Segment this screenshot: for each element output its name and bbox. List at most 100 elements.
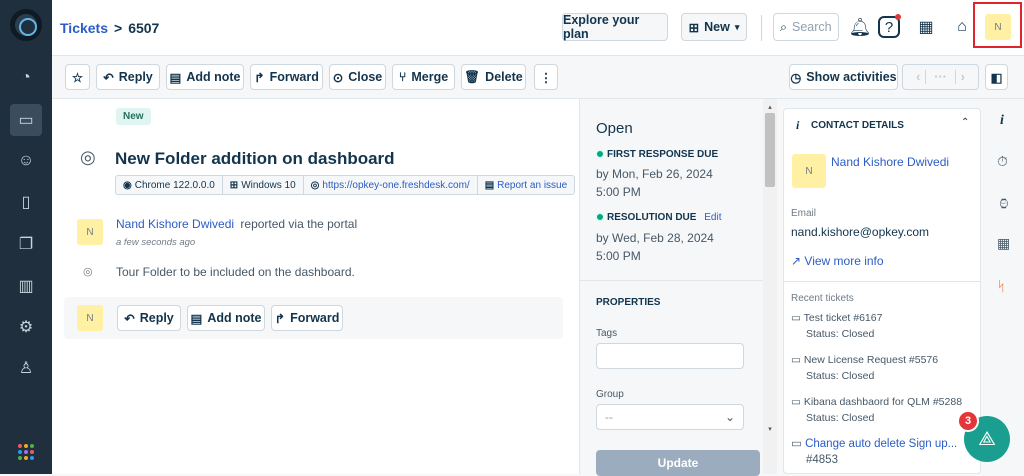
reply-box-add-note-button[interactable]: ▤ Add note xyxy=(187,305,265,331)
resolution-value: by Wed, Feb 28, 2024 5:00 PM xyxy=(596,231,714,263)
recent-ticket-item[interactable]: ▭ Test ticket #6167 Status: Closed xyxy=(791,310,882,342)
timer-icon[interactable]: ⏱︎ xyxy=(997,153,1008,170)
ticket-small-icon: ▭ xyxy=(791,438,802,450)
apps-grid-icon[interactable] xyxy=(18,444,34,460)
resolution-text: RESOLUTION DUE xyxy=(607,212,697,223)
globe-icon: ◎ xyxy=(80,147,96,167)
recent-ticket-item[interactable]: ▭ Change auto delete Sign up... #4853 xyxy=(791,436,957,468)
contact-name[interactable]: Nand Kishore Dwivedi xyxy=(831,155,949,169)
close-label: Close xyxy=(348,70,383,84)
view-more-label: View more info xyxy=(804,254,884,268)
windows-icon: ⊞ xyxy=(229,179,239,191)
calendar-widget-icon[interactable]: ▦ xyxy=(913,14,939,40)
group-select[interactable]: -- ⌄ xyxy=(596,404,744,430)
knowledge-base-icon[interactable]: ▯ xyxy=(10,186,42,218)
admin-settings-icon[interactable]: ⚙ xyxy=(10,311,42,343)
reports-icon[interactable]: ▥ xyxy=(10,270,42,302)
recent-ticket-title: New License Request #5576 xyxy=(803,354,939,366)
forums-icon[interactable]: ❐ xyxy=(10,228,42,260)
fab-notification-badge: 3 xyxy=(957,410,979,432)
url-label[interactable]: https://opkey-one.freshdesk.com/ xyxy=(322,180,469,191)
new-label: New xyxy=(704,20,730,34)
properties-panel: Open FIRST RESPONSE DUE by Mon, Feb 26, … xyxy=(579,99,764,476)
prev-ticket-icon[interactable]: ‹ xyxy=(916,70,920,84)
stopwatch-icon[interactable]: ⌚︎ xyxy=(997,193,1011,214)
recent-ticket-id: #4853 xyxy=(806,454,838,466)
star-button[interactable]: ☆ xyxy=(65,64,90,90)
report-icon: ▤ xyxy=(484,179,495,191)
url-info[interactable]: ◎ https://opkey-one.freshdesk.com/ xyxy=(304,176,478,194)
show-activities-button[interactable]: ◷ Show activities xyxy=(789,64,898,90)
team-icon[interactable]: ♙ xyxy=(10,352,42,384)
integration-icon[interactable]: ᛋ xyxy=(997,278,1005,294)
contact-avatar: N xyxy=(792,154,826,188)
pager-ellipsis-icon[interactable]: ··· xyxy=(925,70,956,84)
trash-icon: 🗑︎ xyxy=(464,69,481,84)
merge-icon: ⑂ xyxy=(398,70,407,84)
star-icon: ☆ xyxy=(71,70,84,85)
requester-initial: N xyxy=(86,226,94,238)
new-dropdown-button[interactable]: ⊞ New ▾ xyxy=(681,13,747,41)
report-issue-link[interactable]: ▤ Report an issue xyxy=(478,176,575,194)
dashboard-icon[interactable]: ◔ xyxy=(10,62,42,94)
recent-ticket-status: Status: Closed xyxy=(806,328,875,340)
ticket-description: Tour Folder to be included on the dashbo… xyxy=(116,265,355,279)
toggle-panel-button[interactable]: ◧ xyxy=(985,64,1008,90)
group-label: Group xyxy=(596,389,624,400)
resolution-edit-link[interactable]: Edit xyxy=(704,212,721,223)
browser-icon: ◉ xyxy=(123,179,132,191)
collapse-icon[interactable]: ⌃ xyxy=(961,117,969,128)
first-response-text: FIRST RESPONSE DUE xyxy=(607,149,719,160)
ticket-small-icon: ▭ xyxy=(791,396,801,408)
close-button[interactable]: ⊙ Close xyxy=(329,64,386,90)
reply-label: Reply xyxy=(118,70,153,84)
contact-email: nand.kishore@opkey.com xyxy=(791,225,930,239)
recent-ticket-item[interactable]: ▭ New License Request #5576 Status: Close… xyxy=(791,352,938,384)
app-logo-icon[interactable] xyxy=(10,9,42,41)
green-dot-icon xyxy=(596,213,604,222)
more-actions-button[interactable]: ⋮ xyxy=(534,64,558,90)
reply-button[interactable]: ↶ Reply xyxy=(96,64,160,90)
info-tab-icon[interactable]: i xyxy=(1000,113,1004,129)
tickets-icon[interactable]: ▭ xyxy=(10,104,42,136)
add-note-button[interactable]: ▤ Add note xyxy=(166,64,244,90)
forward-button[interactable]: ↱ Forward xyxy=(250,64,323,90)
reply-icon: ↶ xyxy=(103,70,114,85)
delete-button[interactable]: 🗑︎ Delete xyxy=(461,64,526,90)
update-button[interactable]: Update xyxy=(596,450,760,476)
search-input[interactable]: ⌕ Search xyxy=(773,13,839,41)
marketplace-icon[interactable]: ⌂ xyxy=(949,14,975,40)
merge-button[interactable]: ⑂ Merge xyxy=(392,64,455,90)
properties-scrollbar[interactable]: ▴ ▾ xyxy=(763,99,777,474)
next-ticket-icon[interactable]: › xyxy=(961,70,965,84)
left-sidebar: ◔ ▭ ☺ ▯ ❐ ▥ ⚙ ♙ xyxy=(0,0,52,474)
tags-input[interactable] xyxy=(596,343,744,369)
profile-avatar[interactable]: N xyxy=(985,14,1011,40)
scroll-thumb[interactable] xyxy=(765,113,775,187)
requester-name[interactable]: Nand Kishore Dwivedi xyxy=(116,217,234,231)
breadcrumb-tickets-link[interactable]: Tickets xyxy=(60,20,108,36)
scroll-up-icon[interactable]: ▴ xyxy=(763,103,777,111)
requester-avatar: N xyxy=(77,219,103,245)
reply-box-reply-button[interactable]: ↶ Reply xyxy=(117,305,181,331)
recent-ticket-title: Change auto delete Sign up... xyxy=(805,438,958,450)
contacts-icon[interactable]: ☺ xyxy=(10,145,42,177)
reply-box-forward-label: Forward xyxy=(290,311,340,325)
ticket-time: a few seconds ago xyxy=(116,237,196,248)
divider xyxy=(784,281,980,282)
bell-icon[interactable]: 🔔︎ xyxy=(847,14,873,40)
recent-ticket-status: Status: Closed xyxy=(806,412,875,424)
recent-ticket-item[interactable]: ▭ Kibana dashbaord for QLM #5288 Status: … xyxy=(791,394,962,426)
explore-plan-button[interactable]: Explore your plan xyxy=(562,13,668,41)
reply-box-reply-label: Reply xyxy=(139,311,174,325)
breadcrumb: Tickets >6507 xyxy=(60,20,159,36)
panel-toggle-icon: ◧ xyxy=(990,70,1003,85)
reply-box-forward-button[interactable]: ↱ Forward xyxy=(271,305,343,331)
contact-details-panel: i CONTACT DETAILS ⌃ N Nand Kishore Dwive… xyxy=(783,108,981,474)
calendar-icon[interactable]: ▦ xyxy=(997,235,1010,252)
add-note-label: Add note xyxy=(186,70,241,84)
scroll-down-icon[interactable]: ▾ xyxy=(763,425,777,433)
divider xyxy=(761,15,762,41)
check-circle-icon: ⊙ xyxy=(332,70,344,85)
view-more-link[interactable]: ↗ View more info xyxy=(791,254,884,268)
